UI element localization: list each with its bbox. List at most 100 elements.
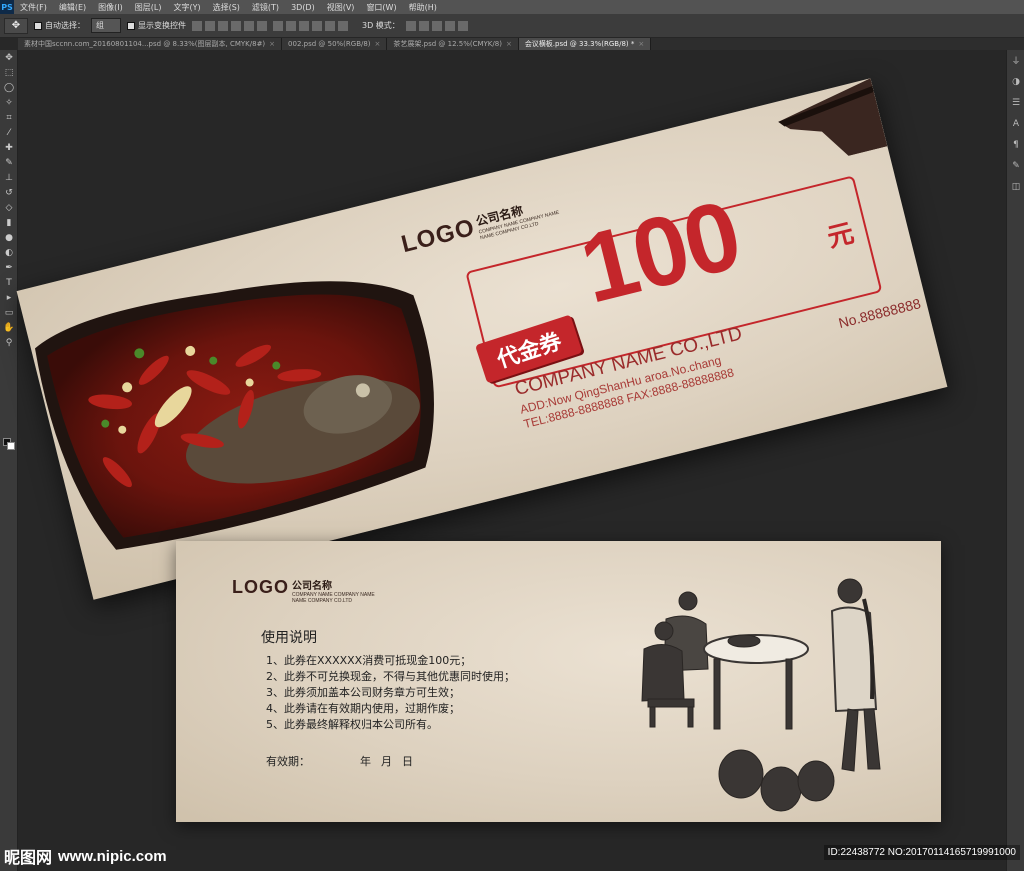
3d-rotate-icon[interactable] — [405, 20, 416, 31]
history-panel-icon[interactable]: ⏚ — [1007, 50, 1024, 71]
auto-select-label: 自动选择： — [45, 21, 85, 30]
menu-file[interactable]: 文件(F) — [14, 2, 53, 13]
validity-day: 日 — [402, 755, 413, 768]
distribute-hcenter-icon[interactable] — [325, 20, 335, 31]
marquee-tool-icon[interactable]: ⬚ — [0, 65, 18, 80]
brush-tool-icon[interactable]: ✎ — [0, 155, 18, 170]
layers-panel-icon[interactable]: ◫ — [1007, 176, 1024, 197]
distribute-left-icon[interactable] — [312, 20, 322, 31]
distribute-top-icon[interactable] — [273, 20, 283, 31]
3d-slide-icon[interactable] — [444, 20, 455, 31]
pen-tool-icon[interactable]: ✒ — [0, 260, 18, 275]
paragraph-panel-icon[interactable]: ¶ — [1007, 134, 1024, 155]
doc-tab-label: 会议横板.psd @ 33.3%(RGB/8) * — [524, 40, 635, 48]
instructions-list: 1、此券在XXXXXX消费可抵现金100元； 2、此券不可兑换现金，不得与其他优… — [266, 653, 515, 733]
menu-image[interactable]: 图像(I) — [92, 2, 129, 13]
doc-tab[interactable]: 002.psd @ 50%(RGB/8) × — [282, 38, 388, 50]
watermark-url: www.nipic.com — [58, 847, 167, 865]
checkbox-icon — [34, 21, 42, 30]
adjustments-panel-icon[interactable]: ◑ — [1007, 71, 1024, 92]
doc-tab-label: 茶艺展架.psd @ 12.5%(CMYK/8) — [393, 40, 502, 48]
document-tabs: 素材中国sccnn.com_20160801104...psd @ 8.33%(… — [18, 38, 1024, 50]
menu-type[interactable]: 文字(Y) — [167, 2, 206, 13]
show-transform-checkbox[interactable]: 显示变换控件 — [127, 20, 186, 31]
menu-filter[interactable]: 滤镜(T) — [246, 2, 285, 13]
3d-scale-icon[interactable] — [457, 20, 468, 31]
doc-tab-active[interactable]: 会议横板.psd @ 33.3%(RGB/8) * × — [518, 38, 652, 50]
close-icon[interactable]: × — [506, 40, 512, 48]
3d-pan-icon[interactable] — [431, 20, 442, 31]
path-select-icon[interactable]: ▸ — [0, 290, 18, 305]
toolbox: ✥ ⬚ ◯ ✧ ⌗ ⁄ ✚ ✎ ⊥ ↺ ◇ ▮ ● ◐ ✒ T ▸ ▭ ✋ ⚲ — [0, 50, 18, 871]
move-tool-preset[interactable]: ✥ — [4, 17, 28, 34]
validity-spacer — [320, 753, 350, 769]
move-tool-icon[interactable]: ✥ — [0, 50, 18, 65]
validity-label: 有效期： — [266, 755, 310, 768]
zoom-tool-icon[interactable]: ⚲ — [0, 335, 18, 350]
instruction-item: 3、此券须加盖本公司财务章方可生效； — [266, 686, 460, 699]
watermark-logo: 昵图网 www.nipic.com — [4, 844, 167, 868]
align-top-icon[interactable] — [192, 20, 202, 31]
distribute-right-icon[interactable] — [338, 20, 348, 31]
healing-brush-icon[interactable]: ✚ — [0, 140, 18, 155]
menu-help[interactable]: 帮助(H) — [403, 2, 443, 13]
dodge-tool-icon[interactable]: ◐ — [0, 245, 18, 260]
history-brush-icon[interactable]: ↺ — [0, 185, 18, 200]
validity-month: 月 — [381, 755, 392, 768]
logo-subtext: 公司名称 COMPANY NAME COMPANY NAME NAME COMP… — [292, 577, 375, 604]
distribute-vcenter-icon[interactable] — [286, 20, 296, 31]
ink-painting-diners-image — [641, 578, 881, 812]
app-logo[interactable]: PS — [0, 0, 14, 14]
panel-dock: ⏚ ◑ ☰ A ¶ ✎ ◫ — [1006, 50, 1024, 871]
move-icon: ✥ — [11, 20, 21, 31]
crop-tool-icon[interactable]: ⌗ — [0, 110, 18, 125]
blur-tool-icon[interactable]: ● — [0, 230, 18, 245]
3d-mode-buttons — [405, 20, 468, 31]
eyedropper-icon[interactable]: ⁄ — [0, 125, 18, 140]
lasso-tool-icon[interactable]: ◯ — [0, 80, 18, 95]
instructions-title: 使用说明 — [261, 630, 317, 646]
doc-tab[interactable]: 茶艺展架.psd @ 12.5%(CMYK/8) × — [387, 38, 519, 50]
menu-edit[interactable]: 编辑(E) — [53, 2, 92, 13]
close-icon[interactable]: × — [269, 40, 275, 48]
distribute-bottom-icon[interactable] — [299, 20, 309, 31]
close-icon[interactable]: × — [638, 40, 644, 48]
menu-layer[interactable]: 图层(L) — [129, 2, 168, 13]
shape-tool-icon[interactable]: ▭ — [0, 305, 18, 320]
background-color-swatch[interactable] — [7, 442, 15, 450]
back-logo-block: LOGO 公司名称 COMPANY NAME COMPANY NAME NAME… — [232, 577, 375, 604]
eraser-tool-icon[interactable]: ◇ — [0, 200, 18, 215]
menu-3d[interactable]: 3D(D) — [285, 3, 321, 12]
doc-tab[interactable]: 素材中国sccnn.com_20160801104...psd @ 8.33%(… — [18, 38, 283, 50]
auto-select-checkbox[interactable]: 自动选择： — [34, 20, 85, 31]
brush-panel-icon[interactable]: ✎ — [1007, 155, 1024, 176]
character-panel-icon[interactable]: A — [1007, 113, 1024, 134]
menu-view[interactable]: 视图(V) — [321, 2, 361, 13]
clone-stamp-icon[interactable]: ⊥ — [0, 170, 18, 185]
menu-window[interactable]: 窗口(W) — [360, 2, 402, 13]
menu-select[interactable]: 选择(S) — [207, 2, 246, 13]
hand-tool-icon[interactable]: ✋ — [0, 320, 18, 335]
align-vcenter-icon[interactable] — [205, 20, 215, 31]
instruction-item: 5、此券最终解释权归本公司所有。 — [266, 718, 438, 731]
align-bottom-icon[interactable] — [218, 20, 228, 31]
3d-roll-icon[interactable] — [418, 20, 429, 31]
auto-select-dropdown[interactable]: 组 — [91, 18, 121, 33]
instruction-item: 2、此券不可兑换现金，不得与其他优惠同时使用； — [266, 670, 515, 683]
serial-number: No.88888888 — [836, 295, 923, 331]
align-buttons — [192, 20, 267, 31]
instruction-item: 1、此券在XXXXXX消费可抵现金100元； — [266, 654, 472, 667]
align-right-icon[interactable] — [257, 20, 267, 31]
close-icon[interactable]: × — [375, 40, 381, 48]
gradient-tool-icon[interactable]: ▮ — [0, 215, 18, 230]
align-hcenter-icon[interactable] — [244, 20, 254, 31]
align-left-icon[interactable] — [231, 20, 241, 31]
type-tool-icon[interactable]: T — [0, 275, 18, 290]
properties-panel-icon[interactable]: ☰ — [1007, 92, 1024, 113]
voucher-back[interactable]: LOGO 公司名称 COMPANY NAME COMPANY NAME NAME… — [176, 541, 941, 822]
menu-bar: PS 文件(F) 编辑(E) 图像(I) 图层(L) 文字(Y) 选择(S) 滤… — [0, 0, 1024, 14]
watermark-site: 昵图网 — [4, 848, 53, 867]
magic-wand-icon[interactable]: ✧ — [0, 95, 18, 110]
doc-tab-label: 002.psd @ 50%(RGB/8) — [288, 40, 371, 48]
checkbox-icon — [127, 21, 135, 30]
